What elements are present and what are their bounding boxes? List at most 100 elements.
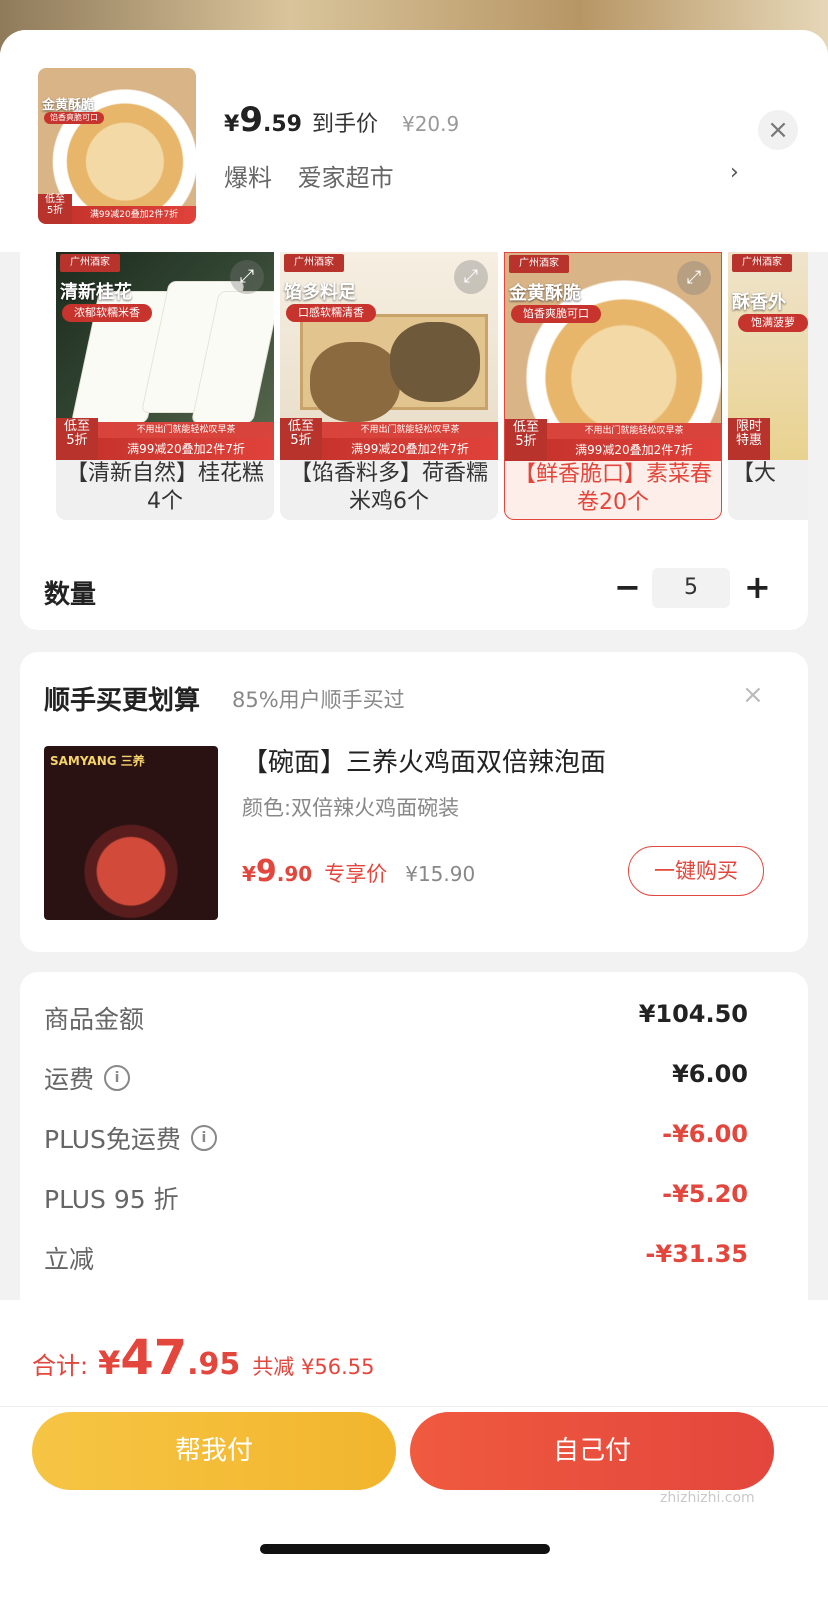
header-price: ¥ 9 .59 到手价 ¥20.9 [224, 100, 459, 140]
sku-img-title: 金黄酥脆 [509, 283, 581, 304]
summary-row-plus-free-shipping: PLUS免运费 i -¥6.00 [44, 1120, 748, 1160]
addon-price-decimal: .90 [276, 862, 313, 886]
sku-option-selected[interactable]: 广州酒家 金黄酥脆 馅香爽脆可口 ⤢ 低至 5折 不用出门就能轻松叹早茶 满99… [504, 252, 722, 520]
addon-subtitle: 85%用户顺手买过 [232, 688, 405, 712]
brand-logo: 广州酒家 [509, 255, 569, 273]
sku-image: 广州酒家 金黄酥脆 馅香爽脆可口 ⤢ 低至 5折 不用出门就能轻松叹早茶 满99… [505, 253, 721, 461]
price-summary-card: 商品金额 ¥104.50 运费 i ¥6.00 PLUS免运费 i -¥6.00 P… [20, 972, 808, 1332]
brand-logo: 广州酒家 [732, 254, 792, 272]
five-zhe-text: 5折 [290, 433, 312, 449]
summary-row-plus-95: PLUS 95 折 -¥5.20 [44, 1180, 748, 1220]
zoom-icon[interactable]: ⤢ [230, 260, 264, 294]
help-pay-button[interactable]: 帮我付 [32, 1412, 396, 1490]
summary-row-instant-discount: 立减 -¥31.35 [44, 1240, 748, 1280]
thumbnail-title: 金黄酥脆 [42, 98, 95, 113]
sku-name: 【清新自然】桂花糕4个 [65, 461, 264, 514]
close-button[interactable]: × [758, 110, 798, 150]
addon-title: 顺手买更划算 [44, 686, 201, 716]
sku-name: 【馅香料多】荷香糯米鸡6个 [289, 461, 488, 514]
promo-bar: 满99减20叠加2件7折 [322, 438, 498, 460]
sku-options[interactable]: 广州酒家 清新桂花 浓郁软糯米香 ⤢ 低至 5折 不用出门就能轻松叹早茶 满99… [56, 252, 808, 542]
summary-label: PLUS免运费 [44, 1125, 181, 1154]
addon-original-price: ¥15.90 [405, 862, 476, 886]
special-text: 特惠 [735, 433, 762, 449]
total-label: 合计: [32, 1352, 89, 1380]
original-price: ¥20.9 [401, 112, 460, 136]
sku-name: 【鲜香脆口】素菜春卷20个 [513, 462, 712, 515]
quantity-input[interactable]: 5 [652, 568, 730, 608]
promo-bar: 满99减20叠加2件7折 [547, 439, 721, 461]
sku-img-title: 酥香外 [732, 292, 786, 313]
low-text: 低至 [63, 419, 90, 434]
header-tags[interactable]: 爆料 爱家超市 [224, 158, 412, 193]
limited-text: 限时 [735, 419, 762, 434]
summary-label: PLUS 95 折 [44, 1185, 179, 1214]
sku-image: 广州酒家 清新桂花 浓郁软糯米香 ⤢ 低至 5折 不用出门就能轻松叹早茶 满99… [56, 252, 274, 460]
sku-img-subtitle: 口感软糯清香 [286, 304, 376, 322]
info-icon[interactable]: i [190, 1125, 217, 1151]
chevron-right-icon[interactable]: › [730, 160, 739, 185]
low-text: 低至 [287, 419, 314, 434]
price-label: 到手价 [311, 112, 378, 137]
addon-price-tag: 专享价 [324, 862, 388, 886]
sku-option[interactable]: 广州酒家 酥香外 饱满菠萝 限时 特惠 【大 [728, 252, 808, 520]
sku-option[interactable]: 广州酒家 清新桂花 浓郁软糯米香 ⤢ 低至 5折 不用出门就能轻松叹早茶 满99… [56, 252, 274, 520]
low-5-badge: 低至 5折 [505, 419, 547, 461]
total-integer: 47 [120, 1330, 188, 1386]
low-text: 低至 [512, 420, 539, 435]
summary-label: 立减 [44, 1245, 95, 1274]
promo-tagline: 不用出门就能轻松叹早茶 [98, 422, 274, 438]
info-icon[interactable]: i [104, 1065, 131, 1091]
addon-card: 顺手买更划算 85%用户顺手买过 × SAMYANG 三养 【碗面】三养火鸡面双… [20, 652, 808, 952]
price-symbol: ¥ [224, 112, 240, 137]
one-click-buy-button[interactable]: 一键购买 [628, 846, 764, 896]
addon-price-symbol: ¥ [242, 862, 256, 886]
addon-img-brand: SAMYANG 三养 [50, 754, 145, 768]
sku-card: 广州酒家 清新桂花 浓郁软糯米香 ⤢ 低至 5折 不用出门就能轻松叹早茶 满99… [20, 252, 808, 630]
quantity-label: 数量 [44, 580, 97, 610]
sku-img-subtitle: 饱满菠萝 [738, 314, 808, 332]
summary-label: 商品金额 [44, 1005, 145, 1034]
summary-value: -¥5.20 [662, 1180, 748, 1208]
home-indicator[interactable] [260, 1544, 550, 1554]
thumbnail-subtitle: 馅香爽脆可口 [44, 112, 104, 124]
self-pay-button[interactable]: 自己付 [410, 1412, 774, 1490]
sheet-header: 金黄酥脆 馅香爽脆可口 低至 5折 满99减20叠加2件7折 ¥ 9 .59 到… [0, 30, 828, 252]
total-decimal: .95 [187, 1347, 241, 1382]
summary-value: -¥6.00 [662, 1120, 748, 1148]
price-integer: 9 [239, 100, 263, 140]
divider [0, 1406, 828, 1407]
sku-img-subtitle: 馅香爽脆可口 [511, 305, 601, 323]
zoom-icon[interactable]: ⤢ [454, 260, 488, 294]
quantity-plus-button[interactable]: + [744, 570, 771, 604]
addon-product-name[interactable]: 【碗面】三养火鸡面双倍辣泡面 [242, 742, 606, 779]
addon-product-spec: 颜色:双倍辣火鸡面碗装 [242, 796, 460, 820]
total-price: 合计: ¥ 47 .95 共减 ¥56.55 [32, 1330, 374, 1386]
addon-product-image[interactable]: SAMYANG 三养 [44, 746, 218, 920]
low-5-badge: 低至 5折 [38, 194, 72, 224]
promo-tagline: 不用出门就能轻松叹早茶 [547, 423, 721, 439]
tag-store: 爱家超市 [297, 164, 394, 192]
brand-logo: 广州酒家 [60, 254, 120, 272]
thumbnail-promo-bar: 满99减20叠加2件7折 [72, 206, 196, 224]
sku-img-title: 清新桂花 [60, 282, 132, 303]
limited-badge: 限时 特惠 [728, 418, 770, 460]
low-text: 低至 [45, 194, 65, 205]
summary-value: ¥104.50 [638, 1000, 748, 1028]
total-symbol: ¥ [98, 1344, 121, 1382]
addon-close-icon[interactable]: × [742, 680, 764, 710]
sku-img-title: 馅多料足 [284, 282, 356, 303]
sku-img-subtitle: 浓郁软糯米香 [62, 304, 152, 322]
promo-tagline: 不用出门就能轻松叹早茶 [322, 422, 498, 438]
total-saved: 共减 ¥56.55 [252, 1355, 375, 1379]
summary-label: 运费 [44, 1065, 95, 1094]
zoom-icon[interactable]: ⤢ [677, 261, 711, 295]
watermark: zhizhizhi.com [660, 1490, 755, 1506]
summary-row-goods-amount: 商品金额 ¥104.50 [44, 1000, 748, 1040]
five-zhe-text: 5折 [66, 433, 88, 449]
low-5-badge: 低至 5折 [280, 418, 322, 460]
quantity-minus-button[interactable]: − [614, 570, 641, 604]
summary-row-shipping: 运费 i ¥6.00 [44, 1060, 748, 1100]
sku-option[interactable]: 广州酒家 馅多料足 口感软糯清香 ⤢ 低至 5折 不用出门就能轻松叹早茶 满99… [280, 252, 498, 520]
bottom-bar: 合计: ¥ 47 .95 共减 ¥56.55 帮我付 自己付 zhizhizhi… [0, 1300, 828, 1608]
